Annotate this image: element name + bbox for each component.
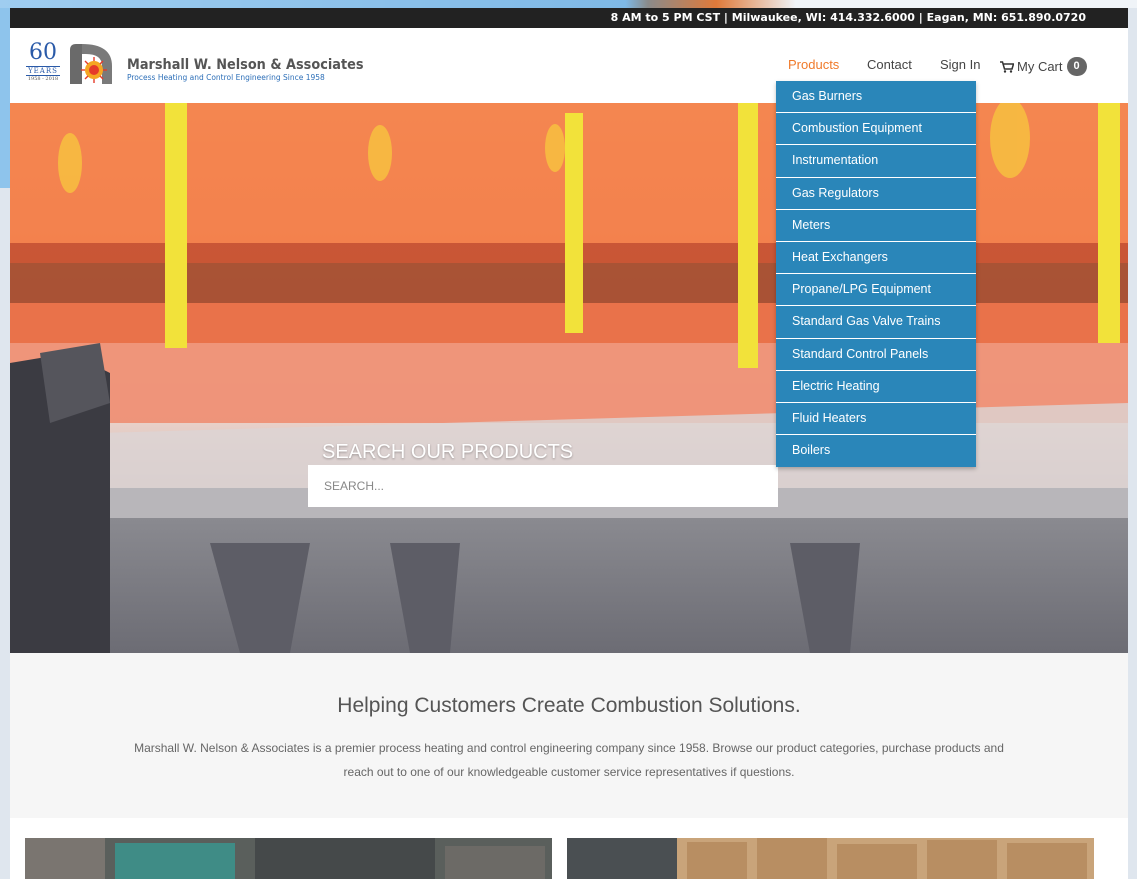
- product-search-input[interactable]: [308, 465, 778, 507]
- anniversary-range: 1958 - 2018: [27, 76, 59, 82]
- intro-paragraph: Marshall W. Nelson & Associates is a pre…: [134, 741, 1004, 779]
- category-cards: [10, 818, 1128, 879]
- products-menu-item[interactable]: Boilers: [776, 435, 976, 467]
- anniversary-label: YEARS: [26, 66, 60, 76]
- nav-my-cart[interactable]: My Cart 0: [1000, 57, 1087, 76]
- products-dropdown-menu: Gas Burners Combustion Equipment Instrumen…: [776, 81, 976, 468]
- cart-icon: [1000, 60, 1014, 73]
- products-menu-item[interactable]: Instrumentation: [776, 145, 976, 178]
- brand-block[interactable]: Marshall W. Nelson & Associates Process …: [127, 57, 384, 82]
- warehouse-photo: [567, 838, 1094, 879]
- products-menu-item[interactable]: Gas Burners: [776, 81, 976, 114]
- brand-tagline: Process Heating and Control Engineering …: [127, 73, 325, 82]
- company-logo-icon[interactable]: [66, 42, 116, 86]
- category-card-image[interactable]: [25, 838, 552, 879]
- cart-label: My Cart: [1017, 59, 1063, 74]
- category-card-image[interactable]: [567, 838, 1094, 879]
- products-menu-item[interactable]: Combustion Equipment: [776, 113, 976, 146]
- page: 8 AM to 5 PM CST | Milwaukee, WI: 414.33…: [10, 8, 1128, 879]
- products-menu-item[interactable]: Standard Control Panels: [776, 339, 976, 371]
- nav-products[interactable]: Products: [788, 57, 839, 72]
- cart-count-badge: 0: [1066, 57, 1087, 76]
- anniversary-number: 60: [29, 40, 57, 65]
- contact-hours-text: 8 AM to 5 PM CST | Milwaukee, WI: 414.33…: [610, 11, 1086, 24]
- nav-sign-in[interactable]: Sign In: [940, 57, 980, 72]
- search-heading: SEARCH OUR PRODUCTS: [322, 441, 574, 463]
- products-menu-item[interactable]: Propane/LPG Equipment: [776, 274, 976, 307]
- products-menu-item[interactable]: Standard Gas Valve Trains: [776, 306, 976, 339]
- products-menu-item[interactable]: Fluid Heaters: [776, 403, 976, 436]
- products-menu-item[interactable]: Electric Heating: [776, 371, 976, 403]
- products-menu-item[interactable]: Meters: [776, 210, 976, 242]
- products-menu-item[interactable]: Heat Exchangers: [776, 242, 976, 275]
- intro-heading: Helping Customers Create Combustion Solu…: [337, 694, 801, 717]
- anniversary-logo: 60 YEARS 1958 - 2018: [26, 42, 60, 82]
- intro-section: Helping Customers Create Combustion Solu…: [10, 653, 1128, 818]
- top-info-bar: 8 AM to 5 PM CST | Milwaukee, WI: 414.33…: [10, 8, 1128, 28]
- products-menu-item[interactable]: Gas Regulators: [776, 178, 976, 210]
- nav-contact[interactable]: Contact: [867, 57, 912, 72]
- backdrop-top: [0, 0, 1137, 8]
- brand-name: Marshall W. Nelson & Associates: [127, 57, 364, 73]
- machinery-photo: [25, 838, 552, 879]
